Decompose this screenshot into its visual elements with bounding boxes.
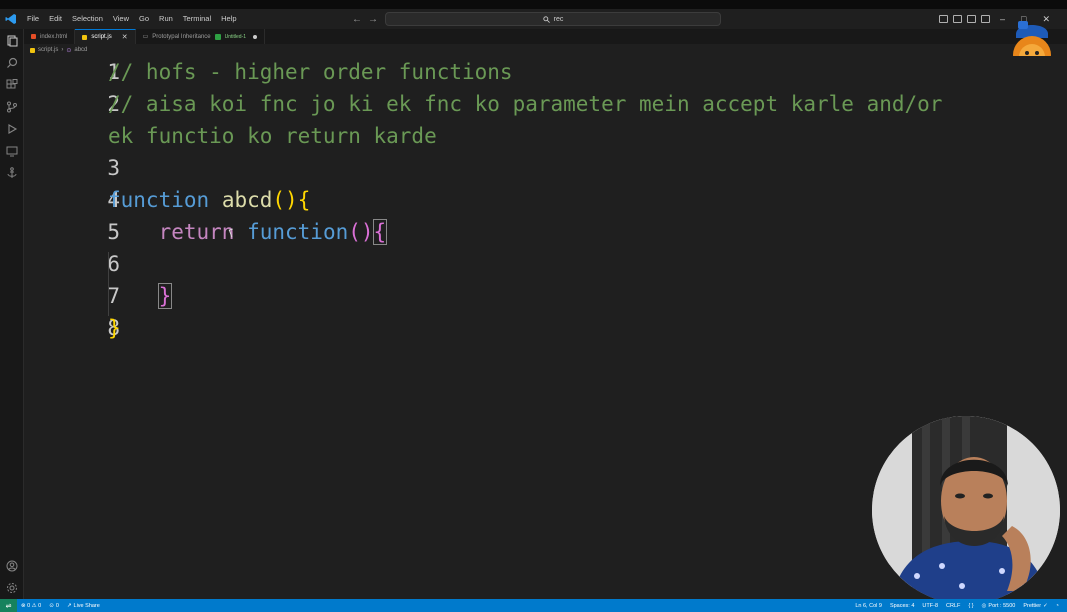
menu-selection[interactable]: Selection	[67, 9, 108, 29]
ports-count: 0	[55, 602, 59, 609]
prettier-status[interactable]: Prettier ✓	[1019, 599, 1051, 612]
customize-layout-icon[interactable]	[981, 15, 990, 23]
close-tab-icon[interactable]: ✕	[122, 33, 128, 41]
layout-controls	[939, 9, 990, 29]
breadcrumb-symbol[interactable]: abcd	[74, 47, 87, 53]
port-label: Port : 5500	[988, 602, 1016, 609]
remote-explorer-icon[interactable]	[5, 144, 19, 158]
extensions-icon[interactable]	[5, 78, 19, 92]
forward-arrow-icon[interactable]: →	[368, 14, 378, 25]
close-brace-highlighted: }	[157, 283, 173, 309]
code-line-2: // aisa koi fnc jo ki ek fnc ko paramete…	[108, 92, 943, 116]
menu-bar: File Edit Selection View Go Run Terminal…	[22, 9, 242, 29]
end-of-line[interactable]: CRLF	[942, 599, 964, 612]
problems-indicator[interactable]: ⊗ 0 ⚠ 0	[17, 599, 45, 612]
cursor-position[interactable]: Ln 6, Col 9	[851, 599, 886, 612]
language-mode-icon[interactable]: { }	[964, 599, 977, 612]
tab-label: Prototypal Inheritance	[152, 33, 211, 40]
tab-index-html[interactable]: index.html	[24, 29, 76, 44]
anchor-icon[interactable]	[5, 166, 19, 180]
js-file-icon	[30, 47, 35, 53]
close-brace: }	[108, 316, 121, 340]
menu-view[interactable]: View	[108, 9, 134, 29]
editor-tab-bar: index.html script.js ✕ ▭ Prototypal Inhe…	[24, 29, 1067, 44]
tab-prototypal-inheritance[interactable]: ▭ Prototypal Inheritance Untitled-1	[136, 29, 266, 44]
live-share-button[interactable]: ↗ Live Share	[63, 599, 104, 612]
function-symbol-icon: ⊙	[66, 47, 72, 54]
open-brace-highlighted: {	[372, 219, 388, 245]
title-bar: File Edit Selection View Go Run Terminal…	[0, 9, 1067, 29]
search-text: rec	[553, 15, 564, 23]
vscode-logo-icon	[0, 9, 22, 29]
code-line-8: }	[108, 312, 121, 344]
remote-indicator-icon[interactable]: ⇌	[0, 599, 17, 612]
menu-terminal[interactable]: Terminal	[178, 9, 216, 29]
js-file-icon	[82, 34, 88, 40]
parens: ()	[272, 188, 298, 212]
search-icon	[542, 15, 550, 23]
menu-edit[interactable]: Edit	[44, 9, 67, 29]
activity-bar	[0, 29, 24, 599]
run-debug-icon[interactable]	[5, 122, 19, 136]
tab-script-js[interactable]: script.js ✕	[75, 29, 136, 44]
menu-go[interactable]: Go	[134, 9, 154, 29]
code-line-2-wrapped: ek functio ko return karde	[108, 124, 437, 148]
modified-dot-icon[interactable]	[253, 34, 258, 39]
minimize-icon[interactable]: –	[1000, 14, 1005, 24]
status-bar: ⇌ ⊗ 0 ⚠ 0 ⊙ 0 ↗ Live Share Ln 6, Col 9 Spa…	[0, 599, 1067, 612]
untitled-badge-icon	[214, 33, 221, 40]
navigation-arrows: ← →	[352, 9, 378, 29]
keyword-function: function	[108, 188, 210, 212]
search-view-icon[interactable]	[5, 56, 19, 70]
untitled-badge: Untitled-1	[224, 33, 247, 40]
indentation[interactable]: Spaces: 4	[886, 599, 918, 612]
double-check-icon: ✓	[1043, 602, 1048, 609]
code-line-7: }	[108, 280, 173, 312]
indent-guide	[108, 252, 109, 316]
menu-help[interactable]: Help	[216, 9, 241, 29]
html-file-icon	[31, 34, 36, 39]
breadcrumb-file[interactable]: script.js	[38, 47, 58, 53]
code-line-1: // hofs - higher order functions	[108, 60, 513, 84]
notifications-bell-icon[interactable]: ◔	[1052, 599, 1063, 612]
toggle-primary-sidebar-icon[interactable]	[939, 15, 948, 23]
menu-file[interactable]: File	[22, 9, 44, 29]
source-control-icon[interactable]	[5, 100, 19, 114]
back-arrow-icon[interactable]: ←	[352, 14, 362, 25]
command-center-search[interactable]: rec	[385, 12, 721, 26]
code-line-4: function abcd(){	[108, 184, 310, 216]
explorer-icon[interactable]	[5, 34, 19, 48]
live-share-label: Live Share	[73, 602, 100, 609]
parens: ()	[348, 220, 374, 244]
live-server-port[interactable]: ◎ Port : 5500	[978, 599, 1020, 612]
encoding[interactable]: UTF-8	[918, 599, 942, 612]
prettier-label: Prettier	[1023, 602, 1042, 609]
problems-count: ⊗ 0 ⚠ 0	[21, 602, 42, 609]
open-brace: {	[297, 188, 311, 212]
breadcrumb: script.js › ⊙ abcd	[30, 45, 87, 55]
settings-gear-icon[interactable]	[5, 581, 19, 595]
chevron-right-icon: ›	[61, 47, 64, 53]
tab-label: index.html	[40, 33, 68, 40]
toggle-secondary-sidebar-icon[interactable]	[967, 15, 976, 23]
menu-run[interactable]: Run	[154, 9, 178, 29]
toggle-panel-icon[interactable]	[953, 15, 962, 23]
webcam-overlay	[872, 416, 1060, 604]
status-bar-right: Ln 6, Col 9 Spaces: 4 UTF-8 CRLF { } ◎ Po…	[851, 599, 1063, 612]
live-share-icon: ↗	[66, 602, 72, 609]
radio-icon: ◎	[981, 602, 987, 609]
line-number: 6	[107, 252, 120, 276]
tab-label: script.js	[91, 34, 112, 40]
function-name: abcd	[221, 188, 273, 212]
radio-tower-icon: ⊙	[49, 602, 54, 609]
line-number: 3	[107, 156, 120, 180]
file-icon: ▭	[142, 34, 149, 40]
code-line-5: return function(){	[108, 216, 388, 248]
account-icon[interactable]	[5, 559, 19, 573]
keyword-function: function	[247, 220, 349, 244]
ports-indicator[interactable]: ⊙ 0	[45, 599, 63, 612]
keyword-return: return	[158, 220, 235, 244]
top-strip	[0, 0, 1067, 9]
